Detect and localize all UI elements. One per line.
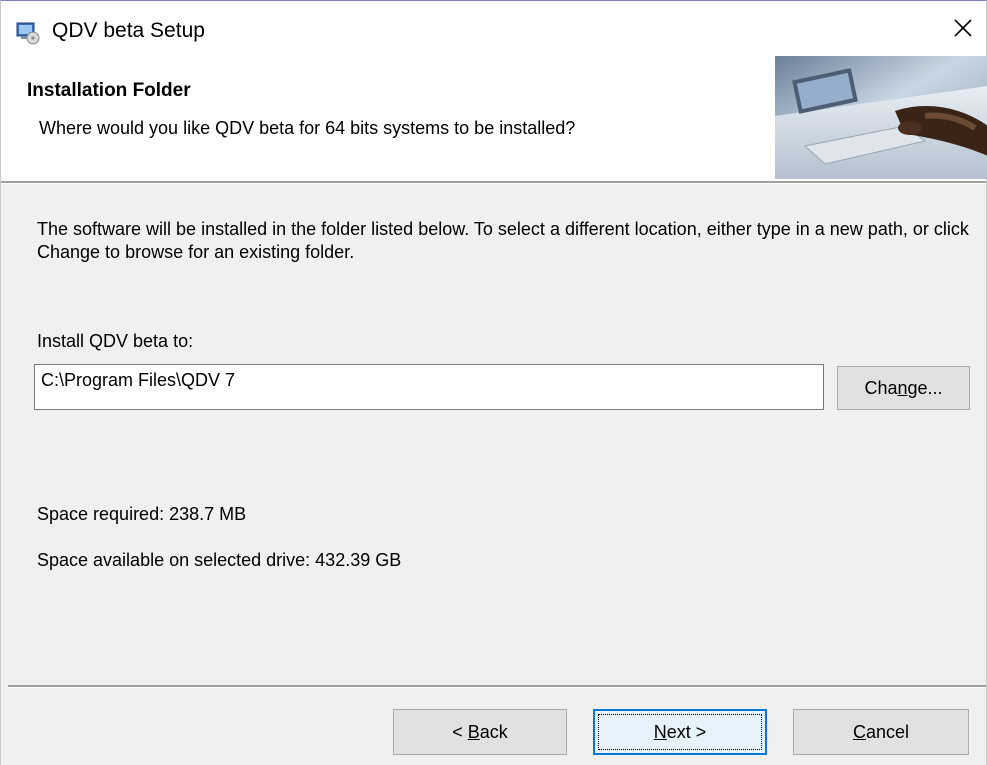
page-header: Installation Folder Where would you like… [1,56,987,181]
page-title: Installation Folder [27,80,191,101]
install-path-input[interactable] [34,364,824,410]
page-subtitle: Where would you like QDV beta for 64 bit… [39,118,576,138]
content-area: The software will be installed in the fo… [1,184,986,765]
change-button[interactable]: Change... [837,366,970,410]
next-button-label: Next > [653,721,707,742]
next-button[interactable]: Next > [593,709,767,755]
title-bar[interactable]: QDV beta Setup [1,1,986,59]
footer-divider [8,685,986,688]
space-required-text: Space required: 238.7 MB [37,504,247,524]
space-available-text: Space available on selected drive: 432.3… [37,550,402,570]
close-icon [953,18,973,43]
cancel-button[interactable]: Cancel [793,709,969,755]
description-text: The software will be installed in the fo… [37,219,969,262]
setup-window: QDV beta Setup Installation Folder Where… [0,0,987,765]
change-button-label: Change... [864,377,943,398]
close-button[interactable] [946,13,980,47]
cancel-button-label: Cancel [852,721,910,742]
banner-image [775,56,987,179]
installer-icon [15,20,41,46]
back-button[interactable]: < Back [393,709,567,755]
window-title: QDV beta Setup [52,19,205,42]
back-button-label: < Back [452,721,508,742]
install-folder-label: Install QDV beta to: [37,331,194,351]
